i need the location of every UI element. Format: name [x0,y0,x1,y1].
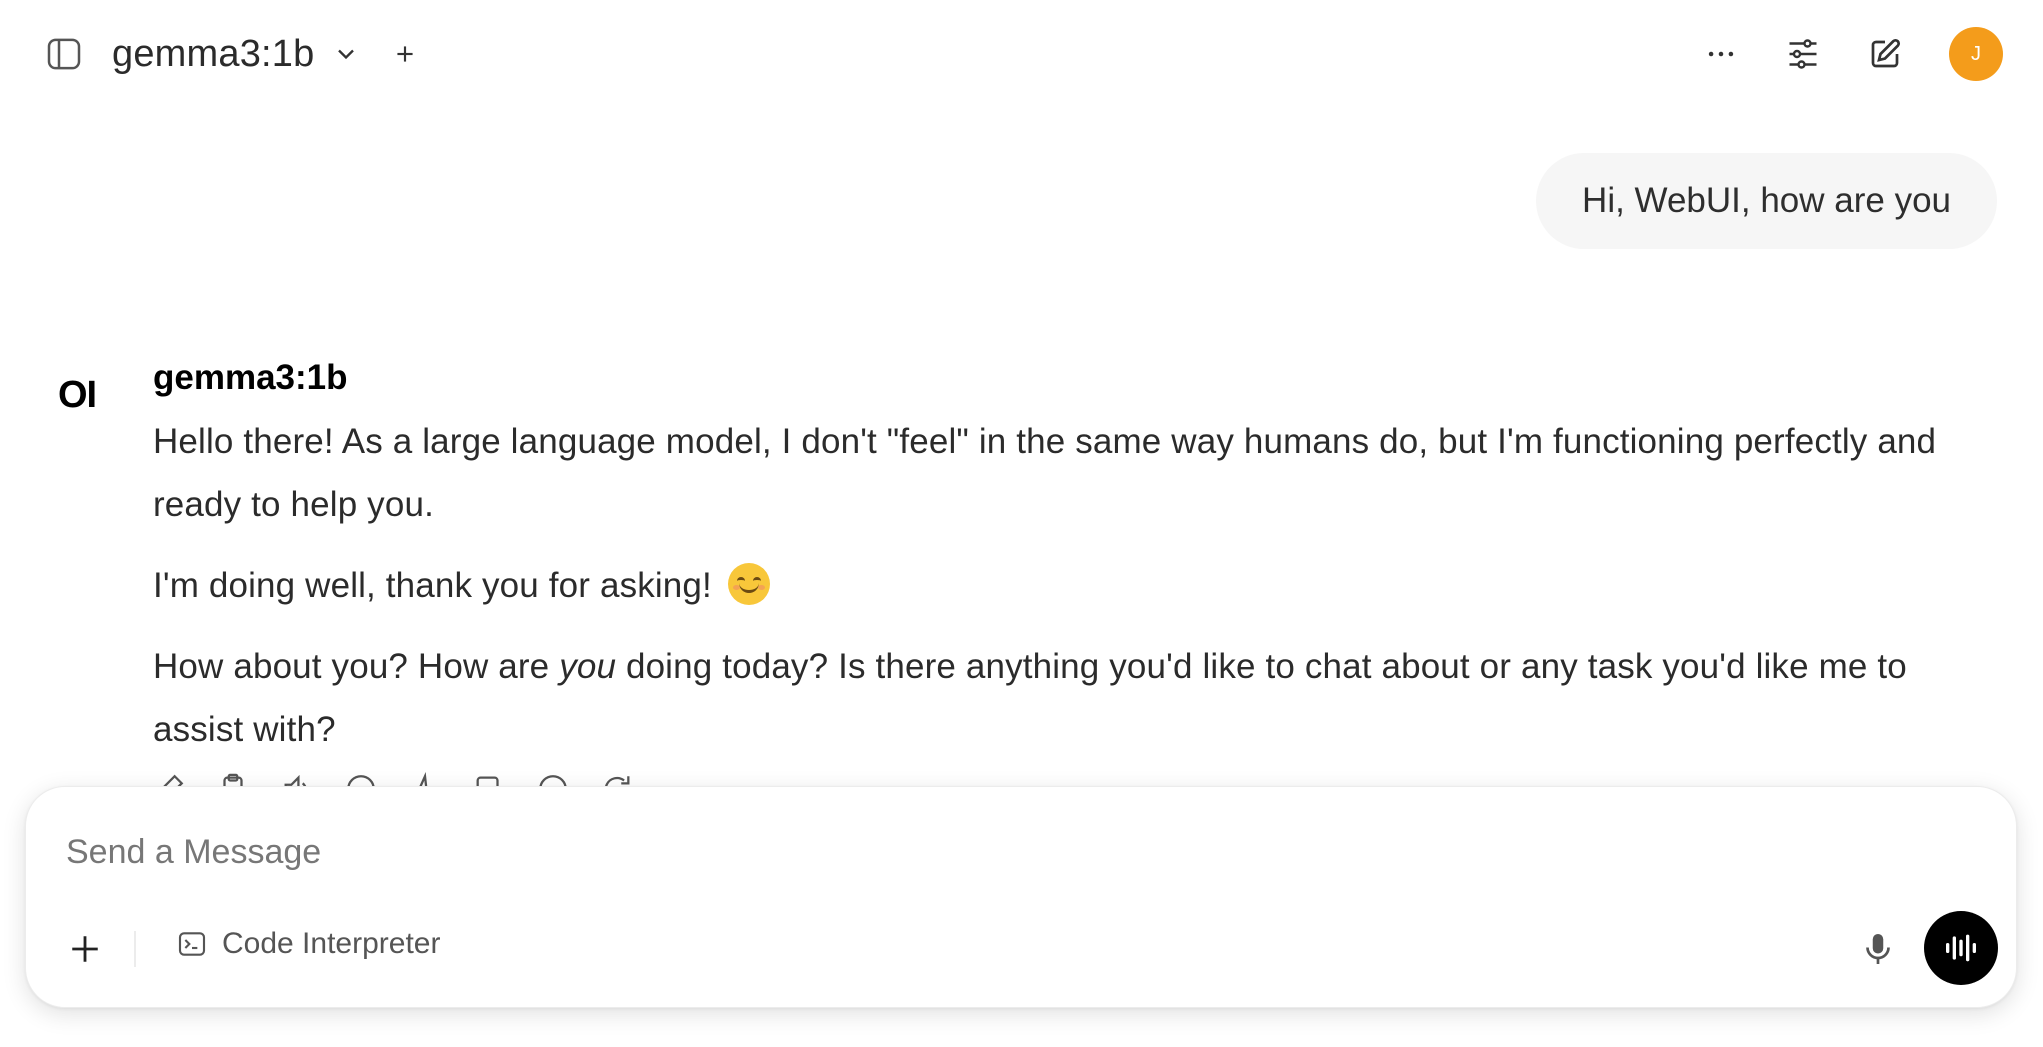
message-input[interactable] [66,827,1866,877]
code-interpreter-button[interactable]: Code Interpreter [176,927,440,961]
plus-icon [72,936,98,962]
waveform-icon [1946,934,1976,962]
assistant-name: gemma3:1b [153,358,348,397]
avatar[interactable]: J [1949,27,2003,81]
user-message-text: Hi, WebUI, how are you [1582,181,1951,220]
assistant-logo: OI [58,374,97,416]
sliders-icon[interactable] [1785,36,1821,72]
smiling-face-emoji [727,563,770,605]
assistant-paragraph: I'm doing well, thank you for asking! [153,554,1993,617]
model-name: gemma3:1b [112,32,315,75]
avatar-initial: J [1971,42,1981,65]
top-bar: gemma3:1b J [0,0,2043,108]
microphone-icon[interactable] [1856,927,1900,971]
edit-icon[interactable] [1867,36,1903,72]
assistant-message: gemma3:1b Hello there! As a large langua… [153,358,1993,761]
model-selector[interactable]: gemma3:1b [112,33,360,76]
user-message: Hi, WebUI, how are you [1536,153,1997,249]
composer-divider [134,931,136,967]
assistant-paragraph: How about you? How are you doing today? … [153,635,1993,761]
add-model-button[interactable] [390,39,420,69]
voice-mode-button[interactable] [1924,911,1998,985]
chevron-down-icon [332,40,360,68]
assistant-emphasis: you [559,647,617,686]
terminal-icon [178,932,206,956]
assistant-paragraph: Hello there! As a large language model, … [153,422,1937,524]
ellipsis-icon[interactable] [1703,36,1739,72]
plus-icon [397,46,414,62]
message-composer: Code Interpreter [25,786,2017,1008]
header-actions: J [1703,27,2003,81]
chat-app: gemma3:1b J Hi, WebUI, how are you OI ge… [0,0,2043,1047]
assistant-paragraph-text: How about you? How are [153,647,560,686]
attach-button[interactable] [66,930,104,968]
code-interpreter-label: Code Interpreter [222,927,441,960]
sidebar-toggle-icon[interactable] [44,34,84,74]
assistant-paragraph-text: I'm doing well, thank you for asking! [153,566,712,605]
